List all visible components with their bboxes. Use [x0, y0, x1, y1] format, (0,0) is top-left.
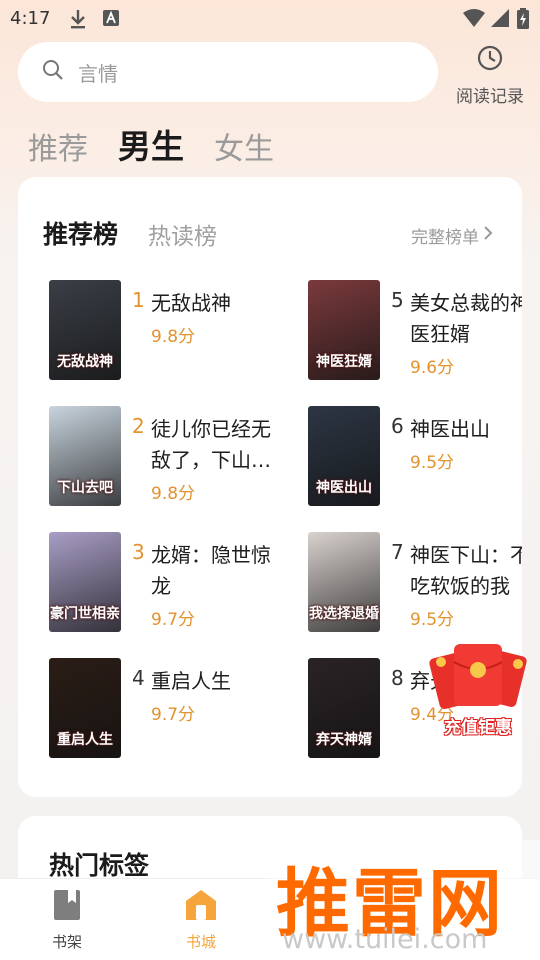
- channel-tabs: 推荐 男生 女生: [28, 118, 304, 168]
- wifi-icon: [462, 8, 486, 32]
- book-item[interactable]: 重启人生 4 重启人生 9.7分: [49, 658, 304, 762]
- book-cover[interactable]: 弃天神婿: [308, 658, 380, 758]
- search-icon: [42, 59, 64, 85]
- book-rank: 5: [391, 288, 404, 312]
- book-cover-title: 弃天神婿: [316, 732, 372, 748]
- book-title[interactable]: 神医出山: [410, 414, 522, 445]
- book-score: 9.8分: [151, 484, 196, 504]
- search-bar[interactable]: 言情: [18, 42, 438, 102]
- book-cover-title: 重启人生: [57, 732, 113, 748]
- watermark-url: www.tuilei.com: [282, 924, 488, 955]
- book-title[interactable]: 徒儿你已经无敌了，下山…: [151, 414, 286, 476]
- book-cover[interactable]: 重启人生: [49, 658, 121, 758]
- book-score: 9.6分: [410, 358, 455, 378]
- book-rank: 6: [391, 414, 404, 438]
- status-bar: 4:17: [0, 0, 540, 36]
- book-item[interactable]: 神医出山 6 神医出山 9.5分: [308, 406, 522, 510]
- book-rank: 3: [132, 540, 145, 564]
- nav-bookshelf-label: 书架: [51, 933, 82, 951]
- book-item[interactable]: 神医狂婿 5 美女总裁的神医狂婿 9.6分: [308, 280, 522, 384]
- cell-signal-icon: [490, 8, 510, 32]
- book-item[interactable]: 我选择退婚 7 神医下山：不吃软饭的我 9.5分: [308, 532, 522, 636]
- book-title[interactable]: 重启人生: [151, 666, 286, 697]
- search-input[interactable]: 言情: [78, 58, 118, 87]
- tab-male[interactable]: 男生: [118, 120, 184, 168]
- book-item[interactable]: 无敌战神 1 无敌战神 9.8分: [49, 280, 304, 384]
- clock-icon: [476, 45, 504, 76]
- book-rank: 1: [132, 288, 145, 312]
- book-title[interactable]: 龙婿：隐世惊龙: [151, 540, 286, 602]
- book-cover[interactable]: 豪门世相亲: [49, 532, 121, 632]
- book-cover-title: 神医狂婿: [316, 354, 372, 370]
- nav-bookstore-label: 书城: [185, 933, 216, 951]
- app-notification-icon: [102, 8, 120, 32]
- book-cover-title: 神医出山: [316, 480, 372, 496]
- reading-history-button[interactable]: 阅读记录: [452, 44, 528, 107]
- book-rank: 8: [391, 666, 404, 690]
- book-title[interactable]: 神医下山：不吃软饭的我: [410, 540, 522, 602]
- book-icon: [52, 890, 82, 925]
- nav-bookshelf[interactable]: 书架: [27, 889, 107, 952]
- reading-history-label: 阅读记录: [456, 87, 524, 107]
- book-cover[interactable]: 神医狂婿: [308, 280, 380, 380]
- book-cover-title: 下山去吧: [57, 480, 113, 496]
- book-cover[interactable]: 无敌战神: [49, 280, 121, 380]
- hot-tags-title: 热门标签: [49, 851, 150, 880]
- recharge-promo-button[interactable]: 充值钜惠: [426, 640, 530, 744]
- book-rank: 7: [391, 540, 404, 564]
- book-rank: 4: [132, 666, 145, 690]
- book-title[interactable]: 无敌战神: [151, 288, 286, 319]
- book-score: 9.7分: [151, 705, 196, 725]
- book-score: 9.5分: [410, 453, 455, 473]
- tab-female[interactable]: 女生: [214, 124, 274, 168]
- nav-bookstore[interactable]: 书城: [161, 889, 241, 952]
- book-cover[interactable]: 神医出山: [308, 406, 380, 506]
- book-score: 9.8分: [151, 327, 196, 347]
- book-item[interactable]: 豪门世相亲 3 龙婿：隐世惊龙 9.7分: [49, 532, 304, 636]
- book-item[interactable]: 下山去吧 2 徒儿你已经无敌了，下山… 9.8分: [49, 406, 304, 510]
- recharge-promo-label: 充值钜惠: [444, 718, 512, 738]
- book-cover-title: 无敌战神: [57, 354, 113, 370]
- battery-icon: [516, 8, 530, 34]
- store-icon: [184, 890, 218, 925]
- book-cover-title: 我选择退婚: [309, 606, 379, 622]
- book-title[interactable]: 美女总裁的神医狂婿: [410, 288, 522, 350]
- tab-recommend[interactable]: 推荐: [28, 124, 88, 168]
- book-rank: 2: [132, 414, 145, 438]
- book-cover[interactable]: 下山去吧: [49, 406, 121, 506]
- book-score: 9.7分: [151, 610, 196, 630]
- book-cover[interactable]: 我选择退婚: [308, 532, 380, 632]
- download-icon: [68, 8, 88, 34]
- book-cover-title: 豪门世相亲: [50, 606, 120, 622]
- book-score: 9.5分: [410, 610, 455, 630]
- watermark: 推雷网 www.tuilei.com: [270, 840, 540, 960]
- status-time: 4:17: [10, 8, 51, 29]
